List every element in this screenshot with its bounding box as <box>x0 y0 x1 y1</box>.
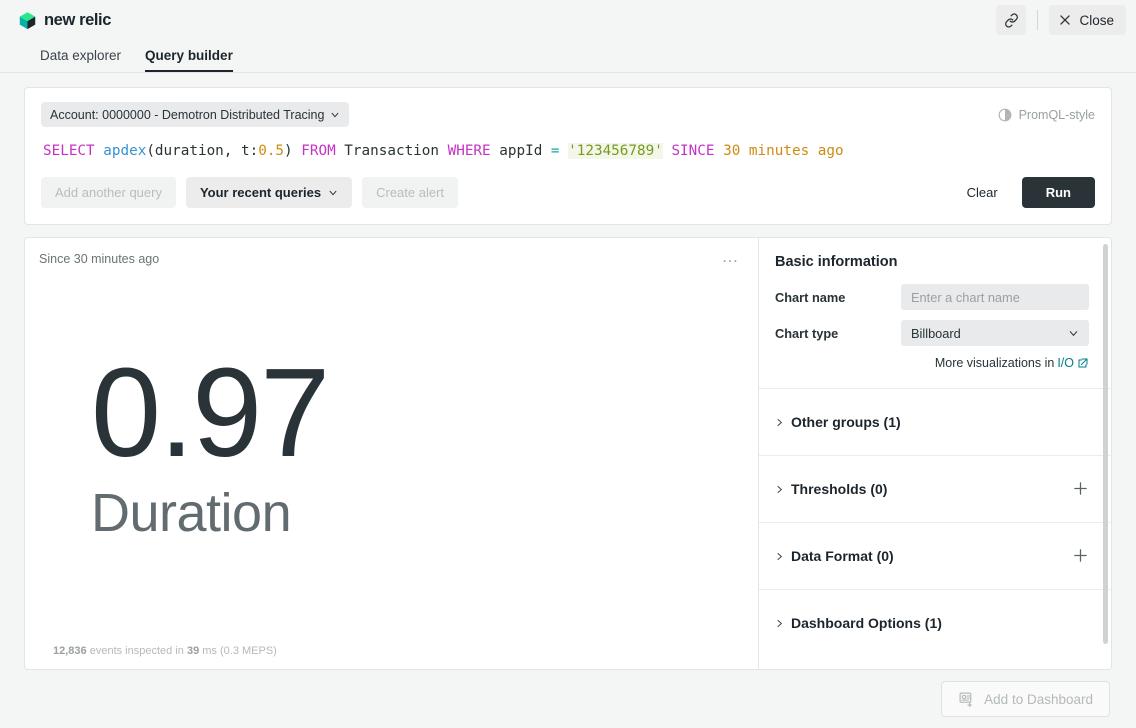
nrql-token-space2 <box>560 143 569 159</box>
nrql-token-select: SELECT <box>43 143 95 159</box>
nrql-token-transaction: Transaction <box>336 143 448 159</box>
query-builder-page: new relic Close Data explorer Query buil… <box>0 0 1136 728</box>
query-card: Account: 0000000 - Demotron Distributed … <box>24 87 1112 225</box>
close-label: Close <box>1079 13 1114 28</box>
chevron-right-icon <box>775 417 791 428</box>
chevron-down-icon <box>330 110 340 120</box>
add-threshold-button[interactable] <box>1072 480 1089 498</box>
nrql-token-paren: ) <box>284 143 301 159</box>
accordion-title: Thresholds (0) <box>791 481 887 497</box>
chevron-down-icon <box>1068 328 1079 339</box>
add-to-dashboard-label: Add to Dashboard <box>984 692 1093 707</box>
nrql-token-apdex: apdex <box>103 143 146 159</box>
chart-name-row: Chart name Enter a chart name <box>775 284 1089 310</box>
more-visualizations: More visualizations in I/O <box>775 356 1089 370</box>
chart-type-select[interactable]: Billboard <box>901 320 1089 346</box>
query-card-header: Account: 0000000 - Demotron Distributed … <box>25 88 1111 127</box>
chevron-right-icon <box>775 618 791 629</box>
chart-name-label: Chart name <box>775 290 901 305</box>
brand-name: new relic <box>44 11 111 30</box>
results-area: Since 30 minutes ago … 0.97 Duration 12,… <box>24 237 1112 670</box>
io-link[interactable]: I/O <box>1057 356 1074 370</box>
account-selector[interactable]: Account: 0000000 - Demotron Distributed … <box>41 102 349 127</box>
query-duration-ms: 39 <box>187 645 199 657</box>
chevron-down-icon <box>328 188 338 198</box>
events-inspected-text: events inspected in <box>87 645 187 657</box>
nrql-token-from: FROM <box>301 143 335 159</box>
tab-bar: Data explorer Query builder <box>0 40 1136 73</box>
nrql-token-equals: = <box>551 143 560 159</box>
nrql-token-where: WHERE <box>448 143 491 159</box>
nrql-token-minutes-ago: minutes ago <box>740 143 843 159</box>
accordion-data-format[interactable]: Data Format (0) <box>759 522 1111 589</box>
nrql-token-since: SINCE <box>671 143 714 159</box>
top-bar: new relic Close <box>0 0 1136 40</box>
nrql-query-input[interactable]: SELECT apdex(duration, t:0.5) FROM Trans… <box>25 127 1111 159</box>
tab-query-builder[interactable]: Query builder <box>145 49 233 73</box>
promql-style-toggle[interactable]: PromQL-style <box>998 108 1095 122</box>
billboard-chart: 0.97 Duration <box>39 248 744 645</box>
nrql-token-space1 <box>95 143 104 159</box>
nrql-token-threshold: 0.5 <box>258 143 284 159</box>
billboard-label: Duration <box>91 482 744 544</box>
close-x-icon <box>1058 13 1072 27</box>
new-relic-cube-icon <box>18 11 37 30</box>
top-bar-divider <box>1037 10 1038 30</box>
accordion-thresholds[interactable]: Thresholds (0) <box>759 455 1111 522</box>
plus-icon <box>1072 547 1089 564</box>
events-inspected-count: 12,836 <box>53 645 87 657</box>
chart-pane: Since 30 minutes ago … 0.97 Duration 12,… <box>25 238 759 669</box>
more-visualizations-text: More visualizations in <box>935 356 1055 370</box>
close-button[interactable]: Close <box>1049 5 1126 35</box>
chevron-right-icon <box>775 484 791 495</box>
account-selector-label: Account: 0000000 - Demotron Distributed … <box>50 108 324 122</box>
plus-icon <box>1072 480 1089 497</box>
brand-logo: new relic <box>18 11 111 30</box>
chart-type-label: Chart type <box>775 326 901 341</box>
basic-information-section: Basic information Chart name Enter a cha… <box>759 238 1111 388</box>
query-actions: Add another query Your recent queries Cr… <box>25 159 1111 224</box>
accordion-title: Other groups (1) <box>791 414 901 430</box>
create-alert-button[interactable]: Create alert <box>362 177 458 208</box>
clear-button[interactable]: Clear <box>953 177 1012 208</box>
page-footer: Add to Dashboard <box>0 670 1136 728</box>
query-throughput-text: ms (0.3 MEPS) <box>199 645 277 657</box>
chart-settings-sidebar: Basic information Chart name Enter a cha… <box>759 238 1111 669</box>
copy-link-button[interactable] <box>996 5 1026 35</box>
dashboard-add-icon <box>958 691 975 708</box>
nrql-token-space4 <box>714 143 723 159</box>
nrql-token-appid-value: '123456789' <box>568 143 663 159</box>
billboard-value: 0.97 <box>91 349 744 478</box>
nrql-token-duration-value: 30 <box>723 143 740 159</box>
top-bar-actions: Close <box>996 5 1126 35</box>
promql-style-label: PromQL-style <box>1019 108 1095 122</box>
tab-data-explorer[interactable]: Data explorer <box>40 49 121 73</box>
accordion-other-groups[interactable]: Other groups (1) <box>759 388 1111 455</box>
nrql-token-args: (duration, t: <box>146 143 258 159</box>
add-another-query-button[interactable]: Add another query <box>41 177 176 208</box>
promql-circle-icon <box>998 108 1012 122</box>
basic-information-title: Basic information <box>775 254 1089 270</box>
accordion-title: Data Format (0) <box>791 548 894 564</box>
chart-type-row: Chart type Billboard <box>775 320 1089 346</box>
add-to-dashboard-button[interactable]: Add to Dashboard <box>941 681 1110 717</box>
chevron-right-icon <box>775 551 791 562</box>
nrql-token-appid: appId <box>491 143 551 159</box>
link-icon <box>1004 13 1019 28</box>
chart-name-input[interactable]: Enter a chart name <box>901 284 1089 310</box>
accordion-title: Dashboard Options (1) <box>791 615 942 631</box>
accordion-dashboard-options[interactable]: Dashboard Options (1) <box>759 589 1111 656</box>
recent-queries-button[interactable]: Your recent queries <box>186 177 352 208</box>
external-link-icon[interactable] <box>1077 357 1089 369</box>
run-button[interactable]: Run <box>1022 177 1095 208</box>
add-data-format-button[interactable] <box>1072 547 1089 565</box>
sidebar-scroll-content: Basic information Chart name Enter a cha… <box>759 238 1111 669</box>
query-stats: 12,836 events inspected in 39 ms (0.3 ME… <box>39 645 744 669</box>
recent-queries-label: Your recent queries <box>200 185 321 200</box>
chart-type-value: Billboard <box>911 326 961 341</box>
sidebar-scrollbar[interactable] <box>1103 244 1108 644</box>
